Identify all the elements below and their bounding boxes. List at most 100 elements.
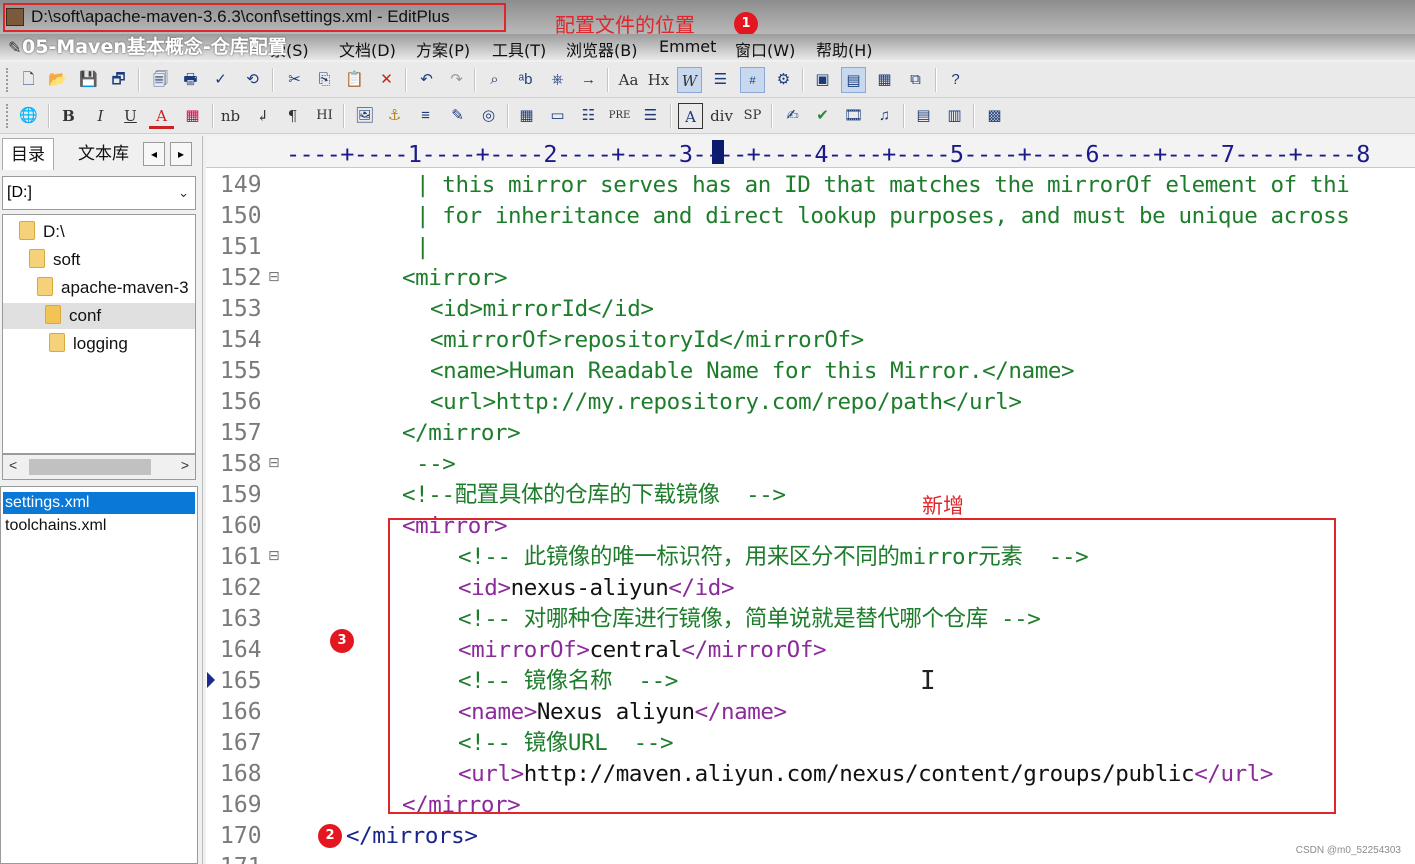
menu-emmet[interactable]: Emmet [659, 37, 716, 56]
settings-gear-icon[interactable]: ⚙ [771, 67, 796, 93]
print-icon[interactable]: 🖶 [178, 67, 203, 93]
nbsp-button[interactable]: nb [218, 103, 243, 129]
code-line: <url>http://my.repository.com/repo/path<… [430, 389, 1022, 415]
menu-document[interactable]: 文档(D) [339, 37, 396, 61]
tab-scroll-left-button[interactable]: ◂ [143, 142, 165, 166]
tree-item-logging[interactable]: logging [49, 331, 189, 357]
goto-line-icon[interactable]: → [576, 67, 601, 93]
indent-guide-icon[interactable]: ☰ [708, 67, 733, 93]
italic-button[interactable]: I [88, 103, 113, 129]
pen-icon: ✎ [8, 40, 22, 57]
image-icon[interactable]: 🖼 [352, 103, 377, 129]
form-edit-icon[interactable]: ✎ [445, 103, 470, 129]
open-file-icon[interactable]: 📂 [45, 67, 70, 93]
replace-icon[interactable]: ᵃb [513, 67, 538, 93]
tab-scroll-right-button[interactable]: ▸ [170, 142, 192, 166]
menu-help[interactable]: 帮助(H) [816, 37, 873, 61]
line-number: 159 [220, 482, 262, 508]
pre-button[interactable]: PRE [607, 103, 632, 129]
spellcheck-icon[interactable]: ✓ [208, 67, 233, 93]
font-color-button[interactable]: A [149, 103, 174, 129]
table-icon[interactable]: ▦ [514, 103, 539, 129]
tab-cliptext[interactable]: 文本库 [70, 138, 137, 170]
browser-preview-icon[interactable]: ⟲ [240, 67, 265, 93]
annotation-marker-3: 3 [330, 629, 354, 653]
column-ruler: ----+----1----+----2----+----3----+----4… [206, 136, 1415, 168]
tree-item-drive[interactable]: D:\ [19, 219, 189, 245]
paste-icon[interactable]: 📋 [342, 67, 367, 93]
drive-select[interactable]: [D:] ⌄ [2, 176, 196, 210]
find-in-files-icon[interactable]: ⎈ [545, 67, 570, 93]
output-window-icon[interactable]: ▦ [872, 67, 897, 93]
list-icon[interactable]: ☰ [638, 103, 663, 129]
cut-icon[interactable]: ✂ [282, 67, 307, 93]
line-numbers-icon[interactable]: # [740, 67, 765, 93]
menu-tools[interactable]: 工具(T) [492, 37, 546, 61]
scroll-right-icon[interactable]: > [181, 457, 189, 473]
save-all-icon[interactable]: 🗗 [106, 67, 131, 93]
span-button[interactable]: SP [740, 103, 765, 129]
cliptext-window-icon[interactable]: ▣ [810, 67, 835, 93]
fullscreen-icon[interactable]: ⧉ [903, 67, 928, 93]
toolbar-grip[interactable] [6, 68, 10, 92]
save-icon[interactable]: 💾 [76, 67, 101, 93]
menu-project[interactable]: 方案(P) [416, 37, 470, 61]
undo-icon[interactable]: ↶ [414, 67, 439, 93]
find-icon[interactable]: ⌕ [482, 67, 507, 93]
tree-horizontal-scrollbar[interactable]: < > [2, 454, 196, 480]
horizontal-rule-icon[interactable]: ≡ [413, 103, 438, 129]
layer-icon[interactable]: ▥ [942, 103, 967, 129]
directory-window-icon[interactable]: ▤ [841, 67, 866, 93]
tab-directory[interactable]: 目录 [2, 138, 54, 170]
file-item-toolchains[interactable]: toolchains.xml [3, 515, 195, 537]
globe-icon[interactable]: 🌐 [16, 103, 41, 129]
fold-marker-icon[interactable]: ⊟ [268, 268, 280, 285]
fold-marker-icon[interactable]: ⊟ [268, 547, 280, 564]
line-break-button[interactable]: ↲ [250, 103, 275, 129]
code-line: | for inheritance and direct lookup purp… [416, 203, 1350, 229]
annotation-new-block-box [388, 518, 1336, 814]
color-palette-icon[interactable]: ▦ [180, 103, 205, 129]
tree-item-conf[interactable]: conf [3, 303, 195, 329]
file-item-settings[interactable]: settings.xml [3, 492, 195, 514]
file-list: settings.xml toolchains.xml [0, 486, 198, 864]
underline-button[interactable]: U [118, 103, 143, 129]
redo-icon[interactable]: ↷ [444, 67, 469, 93]
fold-marker-icon[interactable]: ⊟ [268, 454, 280, 471]
scrollbar-thumb[interactable] [29, 459, 151, 475]
bold-button[interactable]: B [56, 103, 81, 129]
edit-html-icon[interactable]: ✍ [780, 103, 805, 129]
tree-item-soft[interactable]: soft [29, 247, 189, 273]
line-number: 170 [220, 823, 262, 849]
delete-icon[interactable]: ✕ [374, 67, 399, 93]
print-preview-icon[interactable]: 🗐 [148, 67, 173, 93]
help-pointer-icon[interactable]: ? [943, 67, 968, 93]
copy-icon[interactable]: ⎘ [312, 67, 337, 93]
font-size-button[interactable]: Aa [616, 67, 641, 93]
center-icon[interactable]: ☷ [576, 103, 601, 129]
frame-icon[interactable]: ▤ [911, 103, 936, 129]
new-file-icon[interactable]: 🗋 [16, 67, 41, 93]
word-wrap-button[interactable]: W [677, 67, 702, 93]
toolbox-icon[interactable]: ▩ [982, 103, 1007, 129]
tree-item-apache-maven[interactable]: apache-maven-3 [37, 275, 195, 301]
menu-browser[interactable]: 浏览器(B) [566, 37, 637, 61]
music-icon[interactable]: ♫ [872, 103, 897, 129]
line-number: 155 [220, 358, 262, 384]
form-icon[interactable]: ▭ [545, 103, 570, 129]
heading-button[interactable]: HI [312, 103, 337, 129]
scroll-left-icon[interactable]: < [9, 457, 17, 473]
menu-window[interactable]: 窗口(W) [735, 37, 795, 61]
line-number: 151 [220, 234, 262, 260]
media-icon[interactable]: 🎞 [841, 103, 866, 129]
line-number: 163 [220, 606, 262, 632]
hex-view-button[interactable]: Hx [646, 67, 671, 93]
toolbar-grip[interactable] [6, 104, 10, 128]
validate-icon[interactable]: ✔ [810, 103, 835, 129]
chevron-down-icon: ⌄ [178, 185, 189, 200]
paragraph-button[interactable]: ¶ [280, 103, 305, 129]
div-button[interactable]: div [709, 103, 734, 129]
anchor-icon[interactable]: ⚓ [382, 103, 407, 129]
comment-icon[interactable]: ◎ [476, 103, 501, 129]
font-tag-icon[interactable]: A [678, 103, 703, 129]
